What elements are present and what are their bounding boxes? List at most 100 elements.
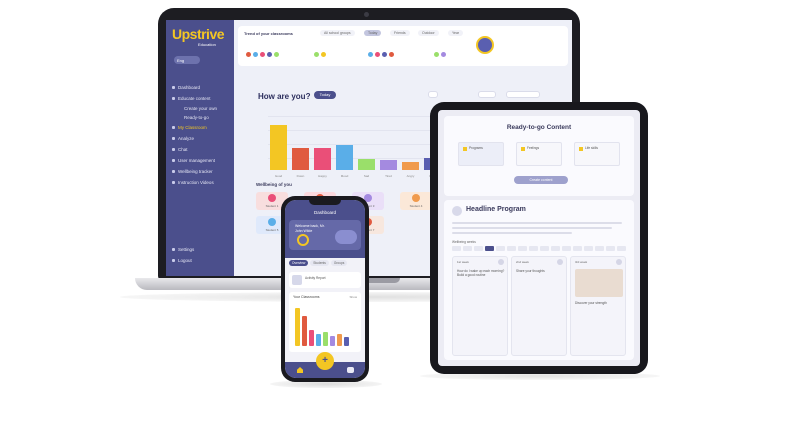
chat-icon xyxy=(172,148,175,151)
today-button[interactable]: Today xyxy=(314,91,336,99)
phone-chart-bar xyxy=(337,334,342,346)
ready-to-go-title: Ready-to-go Content xyxy=(506,124,572,131)
week-column-header: 2nd week xyxy=(516,260,529,264)
student-card[interactable]: Student 4 xyxy=(400,192,432,210)
filter-select-1[interactable] xyxy=(428,91,438,98)
life-skills-icon xyxy=(579,147,583,151)
users-icon xyxy=(172,159,175,162)
lesson-thumbnail xyxy=(575,269,623,297)
filter-pill-year[interactable]: Year xyxy=(448,30,464,36)
mood-dots-group-3 xyxy=(368,50,394,58)
sidebar-item-ready-to-go[interactable]: Ready-to-go xyxy=(172,113,232,122)
chart-bar xyxy=(380,159,397,170)
sidebar-item-my-classroom[interactable]: My Classroom xyxy=(172,122,232,133)
chart-bar xyxy=(358,158,375,170)
filter-select-2[interactable] xyxy=(478,91,496,98)
sidebar-item-create-your-own[interactable]: Create your own xyxy=(172,104,232,113)
language-select[interactable]: Eng xyxy=(174,56,200,64)
tracker-icon xyxy=(172,170,175,173)
week-column-text: Share your thoughts xyxy=(516,269,545,273)
student-avatar xyxy=(412,194,420,202)
chart-tick-label: Mood xyxy=(340,174,349,178)
week-selector[interactable] xyxy=(452,246,626,251)
week-number-badge xyxy=(557,259,563,265)
sidebar-item-label: Analyze xyxy=(178,136,195,141)
sidebar-item-dashboard[interactable]: Dashboard xyxy=(172,82,232,93)
mood-dots-group-1 xyxy=(246,50,279,58)
content-card-feelings[interactable]: Feelings xyxy=(516,142,562,166)
week-column-3[interactable]: 3rd week Discover your strength xyxy=(570,256,626,356)
ready-to-go-card: Ready-to-go Content Programs Feelings Li… xyxy=(444,116,634,196)
sidebar-item-wellbeing-tracker[interactable]: Wellbeing tracker xyxy=(172,166,232,177)
sidebar: Upstrive Education Eng Dashboard Educate… xyxy=(166,20,234,276)
phone-chart-bar xyxy=(316,334,321,346)
classrooms-card: Your Classrooms Show xyxy=(289,292,361,352)
tablet-screen: Ready-to-go Content Programs Feelings Li… xyxy=(438,110,640,366)
video-icon xyxy=(172,181,175,184)
phone-screen: Dashboard Welcome back, Mr. John Wilde O… xyxy=(285,200,365,378)
mascot-illustration xyxy=(335,230,357,244)
sidebar-item-educate-content[interactable]: Educate content xyxy=(172,93,232,104)
content-card-label: Life skills xyxy=(585,146,598,150)
week-column-text: How do I wake up each morning? Build a g… xyxy=(457,269,505,277)
week-number-badge xyxy=(616,259,622,265)
chart-tick-label: Sad xyxy=(363,174,370,178)
program-description xyxy=(452,222,626,237)
score-badge xyxy=(476,36,494,54)
sidebar-bottom: Settings Logout xyxy=(172,244,232,266)
phone-header: Dashboard Welcome back, Mr. John Wilde xyxy=(285,200,365,258)
create-content-button[interactable]: Create content xyxy=(514,176,568,184)
add-button[interactable]: + xyxy=(316,352,334,370)
filter-pill-outdoor[interactable]: Outdoor xyxy=(418,30,439,36)
student-avatar xyxy=(268,218,276,226)
brand-logo: Upstrive xyxy=(172,26,225,42)
tab-students[interactable]: Students xyxy=(310,260,329,266)
filter-pill-friends[interactable]: Friends xyxy=(390,30,410,36)
mood-dots-group-4 xyxy=(434,50,446,58)
phone-title: Dashboard xyxy=(313,210,336,215)
sidebar-item-settings[interactable]: Settings xyxy=(172,244,232,255)
tab-groups[interactable]: Groups xyxy=(330,260,348,266)
tab-overview[interactable]: Overview xyxy=(289,260,309,266)
filter-select-3[interactable] xyxy=(506,91,540,98)
gear-icon xyxy=(172,248,175,251)
back-arrow-icon[interactable] xyxy=(452,206,462,216)
progress-ring xyxy=(297,234,309,246)
home-icon[interactable] xyxy=(297,367,303,373)
mood-dots-group-2 xyxy=(314,50,326,58)
sidebar-item-logout[interactable]: Logout xyxy=(172,255,232,266)
filter-pill-school-groups[interactable]: All school groups xyxy=(320,30,355,36)
sidebar-item-label: Educate content xyxy=(178,96,211,101)
content-card-programs[interactable]: Programs xyxy=(458,142,504,166)
chart-bar xyxy=(336,145,353,170)
phone-chart-bar xyxy=(302,316,307,346)
week-column-1[interactable]: 1st week How do I wake up each morning? … xyxy=(452,256,508,356)
phone-chart-bar xyxy=(295,308,300,346)
sidebar-item-label: Chat xyxy=(178,147,188,152)
filter-pill-today[interactable]: Today xyxy=(364,30,382,36)
brand-logo-sub: Education xyxy=(198,42,216,47)
show-more-link[interactable]: Show xyxy=(349,295,357,299)
chart-tick-label: Tired xyxy=(385,174,392,178)
chart-bar xyxy=(270,125,287,170)
sidebar-item-label: Instruction Videos xyxy=(178,180,214,185)
chart-bar xyxy=(292,147,309,170)
message-icon[interactable] xyxy=(347,367,354,373)
week-column-header: 1st week xyxy=(457,260,469,264)
sidebar-item-instruction-videos[interactable]: Instruction Videos xyxy=(172,177,232,188)
content-card-life-skills[interactable]: Life skills xyxy=(574,142,620,166)
activity-card[interactable]: Activity Report xyxy=(289,272,361,288)
phone-chart-bars xyxy=(295,306,355,346)
phone-chart-bar xyxy=(309,330,314,346)
sidebar-item-user-management[interactable]: User management xyxy=(172,155,232,166)
sidebar-nav: Dashboard Educate content Create your ow… xyxy=(172,82,232,188)
week-column-header: 3rd week xyxy=(575,260,588,264)
phone-tabs: Overview Students Groups xyxy=(289,260,348,266)
feelings-icon xyxy=(521,147,525,151)
sidebar-item-chat[interactable]: Chat xyxy=(172,144,232,155)
week-column-2[interactable]: 2nd week Share your thoughts xyxy=(511,256,567,356)
classrooms-title: Your Classrooms xyxy=(293,295,320,299)
chart-tick-label: Good xyxy=(274,174,283,178)
sidebar-item-analyze[interactable]: Analyze xyxy=(172,133,232,144)
page-title: How are you? xyxy=(258,92,311,101)
